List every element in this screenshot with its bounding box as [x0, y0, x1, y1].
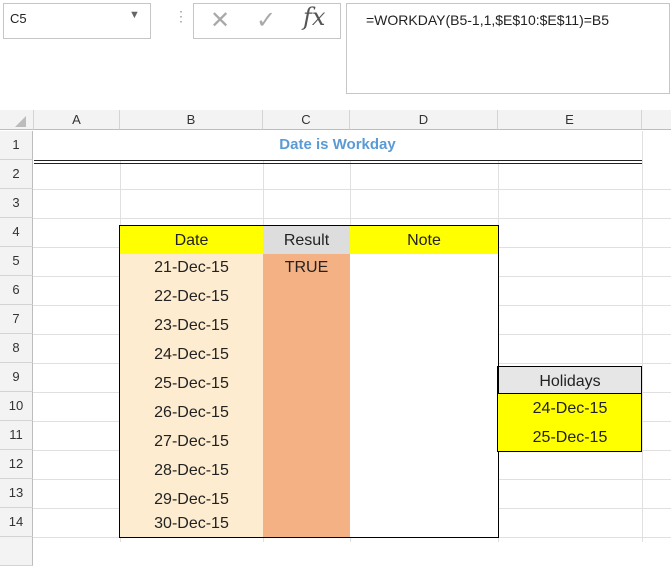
gridline — [33, 218, 671, 219]
column-header-f[interactable] — [642, 110, 671, 130]
row-header-9[interactable]: 9 — [0, 363, 33, 392]
column-header-a[interactable]: A — [34, 110, 120, 130]
cancel-icon[interactable]: ✕ — [210, 6, 230, 35]
row-header-2[interactable]: 2 — [0, 160, 33, 189]
column-header-b[interactable]: B — [120, 110, 263, 130]
title-double-underline — [34, 160, 642, 161]
title-double-underline — [34, 163, 642, 164]
row-header-5[interactable]: 5 — [0, 247, 33, 276]
gridline — [642, 131, 643, 542]
table-border — [119, 225, 499, 538]
column-header-e[interactable]: E — [498, 110, 642, 130]
gridline — [33, 189, 671, 190]
row-header-7[interactable]: 7 — [0, 305, 33, 334]
column-header-c[interactable]: C — [263, 110, 350, 130]
chevron-down-icon[interactable]: ▼ — [129, 9, 140, 21]
holidays-border — [497, 366, 642, 452]
row-header-11[interactable]: 11 — [0, 421, 33, 450]
row-header-14[interactable]: 14 — [0, 508, 33, 537]
enter-icon[interactable]: ✓ — [256, 6, 276, 35]
row-header-8[interactable]: 8 — [0, 334, 33, 363]
select-all-icon — [15, 116, 26, 127]
row-header-10[interactable]: 10 — [0, 392, 33, 421]
sheet-title[interactable]: Date is Workday — [34, 131, 641, 159]
row-header-1[interactable]: 1 — [0, 131, 33, 160]
row-header-6[interactable]: 6 — [0, 276, 33, 305]
row-header-3[interactable]: 3 — [0, 189, 33, 218]
row-header-13[interactable]: 13 — [0, 479, 33, 508]
insert-function-icon[interactable]: fx — [303, 3, 325, 31]
row-header-4[interactable]: 4 — [0, 218, 33, 247]
grip-icon: ⋮ — [174, 8, 188, 24]
row-header-15[interactable] — [0, 537, 33, 566]
column-header-d[interactable]: D — [350, 110, 498, 130]
formula-text: =WORKDAY(B5-1,1,$E$10:$E$11)=B5 — [366, 12, 610, 28]
row-header-12[interactable]: 12 — [0, 450, 33, 479]
name-box-value: C5 — [10, 11, 27, 26]
